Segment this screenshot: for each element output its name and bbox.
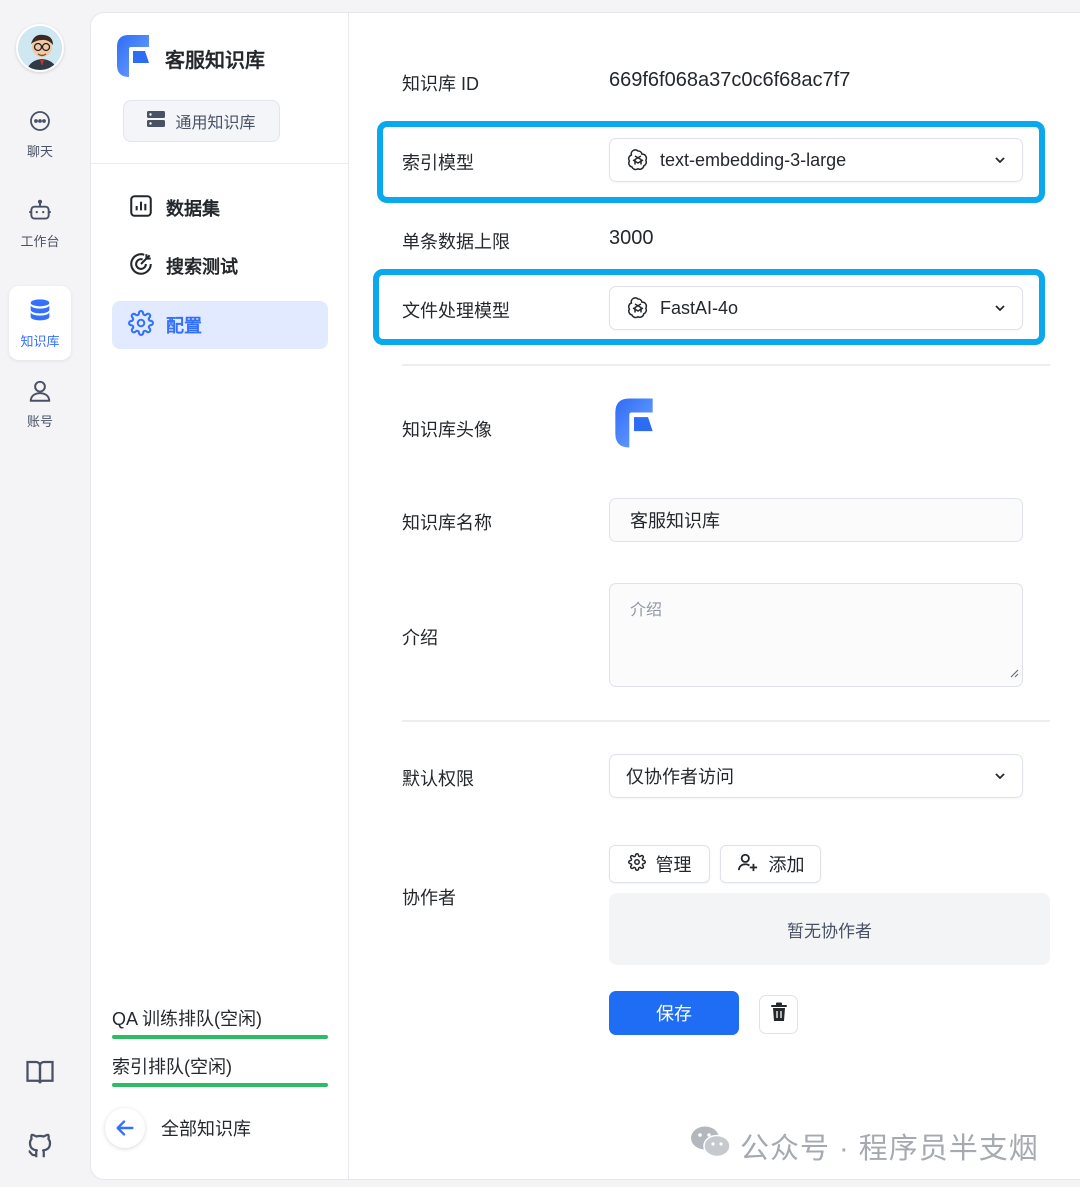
rail-item-label: 知识库 [20,333,60,349]
nav-item-config[interactable]: 配置 [112,301,328,349]
kb-name-label: 知识库名称 [402,513,492,533]
kb-name-value: 客服知识库 [630,511,720,531]
nav-item-search-test[interactable]: 搜索测试 [112,242,328,290]
file-model-label: 文件处理模型 [402,301,510,321]
queue-label: QA 训练排队(空闲) [112,1009,263,1029]
kb-title: 客服知识库 [165,50,265,72]
divider [91,163,349,164]
collaborator-empty-text: 暂无协作者 [787,921,872,941]
save-button[interactable]: 保存 [609,991,739,1035]
divider [402,720,1050,722]
back-label: 全部知识库 [161,1119,251,1139]
chart-icon [128,193,154,224]
kb-avatar-label: 知识库头像 [402,420,492,440]
server-icon [147,110,166,132]
robot-icon [26,197,54,225]
queue-index: 索引排队(空闲) [112,1053,328,1087]
rail-item-label: 账号 [26,413,53,429]
add-collaborator-button[interactable]: 添加 [720,845,821,883]
openai-icon [626,148,650,172]
kb-type-tag: 通用知识库 [123,100,280,142]
kb-id-value: 669f6f068a37c0c6f68ac7f7 [609,69,851,91]
book-icon[interactable] [24,1056,56,1088]
manage-button[interactable]: 管理 [609,845,710,883]
watermark-text: 公众号 · 程序员半支烟 [740,1133,1039,1165]
left-rail: 聊天 工作台 知识库 账号 [0,0,82,1187]
add-label: 添加 [768,855,805,875]
kb-name-input[interactable]: 客服知识库 [609,498,1023,542]
collaborator-empty-box: 暂无协作者 [609,893,1050,965]
chevron-down-icon [994,766,1006,787]
rail-item-chat[interactable]: 聊天 [9,96,71,170]
chevron-down-icon [994,150,1006,171]
kb-id-label: 知识库 ID [402,74,480,94]
database-icon [26,297,54,325]
permission-select[interactable]: 仅协作者访问 [609,754,1023,798]
chat-icon [26,107,54,135]
queue-progress-bar [112,1083,328,1087]
target-icon [128,251,154,282]
max-size-value: 3000 [609,227,654,249]
nav-item-label: 搜索测试 [166,257,238,277]
kb-avatar-image[interactable] [613,396,655,455]
kb-sidebar: 客服知识库 通用知识库 数据集 搜索测试 配置 QA 训练排队(空闲) 索引排队… [91,13,349,1179]
back-to-all-kb[interactable]: 全部知识库 [105,1108,251,1148]
collaborator-label: 协作者 [402,888,456,908]
queue-label: 索引排队(空闲) [112,1057,232,1077]
main-card: 客服知识库 通用知识库 数据集 搜索测试 配置 QA 训练排队(空闲) 索引排队… [90,12,1080,1180]
gear-icon [128,309,154,341]
rail-item-account[interactable]: 账号 [9,366,71,440]
nav-item-dataset[interactable]: 数据集 [112,184,328,232]
rail-item-workbench[interactable]: 工作台 [9,186,71,260]
intro-textarea[interactable]: 介绍 [609,583,1023,687]
file-model-select[interactable]: FastAI-4o [609,286,1023,330]
index-model-value: text-embedding-3-large [660,149,847,170]
file-model-value: FastAI-4o [660,297,739,318]
nav-item-label: 数据集 [166,199,220,219]
delete-button[interactable] [759,995,798,1034]
github-icon[interactable] [24,1130,56,1162]
arrow-left-icon[interactable] [105,1108,145,1148]
divider [402,364,1050,366]
rail-item-knowledge[interactable]: 知识库 [9,286,71,360]
rail-item-label: 聊天 [26,143,53,159]
kb-logo-icon [115,33,151,84]
max-size-label: 单条数据上限 [402,232,510,252]
resize-handle-icon[interactable] [1009,665,1019,683]
gear-icon [627,852,646,876]
rail-item-label: 工作台 [20,233,60,249]
manage-label: 管理 [655,855,692,875]
user-avatar[interactable] [16,24,64,72]
nav-item-label: 配置 [166,316,202,336]
index-model-select[interactable]: text-embedding-3-large [609,138,1023,182]
intro-placeholder: 介绍 [630,602,663,619]
watermark: 公众号 · 程序员半支烟 [690,1124,1039,1168]
add-user-icon [737,852,759,877]
index-model-label: 索引模型 [402,153,474,173]
trash-icon [770,1002,788,1027]
intro-label: 介绍 [402,628,438,648]
kb-type-label: 通用知识库 [175,115,256,132]
openai-icon [626,296,650,320]
wechat-icon [690,1124,732,1168]
user-icon [26,377,54,405]
permission-label: 默认权限 [402,769,474,789]
permission-value: 仅协作者访问 [626,767,734,787]
kb-header: 客服知识库 [115,33,265,84]
chevron-down-icon [994,298,1006,319]
queue-qa: QA 训练排队(空闲) [112,1005,328,1039]
queue-progress-bar [112,1035,328,1039]
